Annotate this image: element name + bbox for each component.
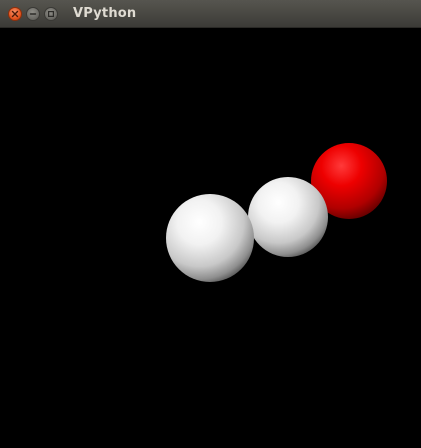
titlebar[interactable]: VPython [0,0,421,28]
maximize-button[interactable] [44,7,58,21]
vpython-window: VPython [0,0,421,448]
close-icon [11,10,19,18]
sphere-white-large [166,194,254,282]
3d-canvas[interactable] [0,28,421,448]
window-title: VPython [73,6,137,21]
minimize-icon [29,13,37,15]
maximize-icon [48,11,55,18]
scene-svg [166,143,387,282]
minimize-button[interactable] [26,7,40,21]
sphere-white-medium [248,177,328,257]
close-button[interactable] [8,7,22,21]
